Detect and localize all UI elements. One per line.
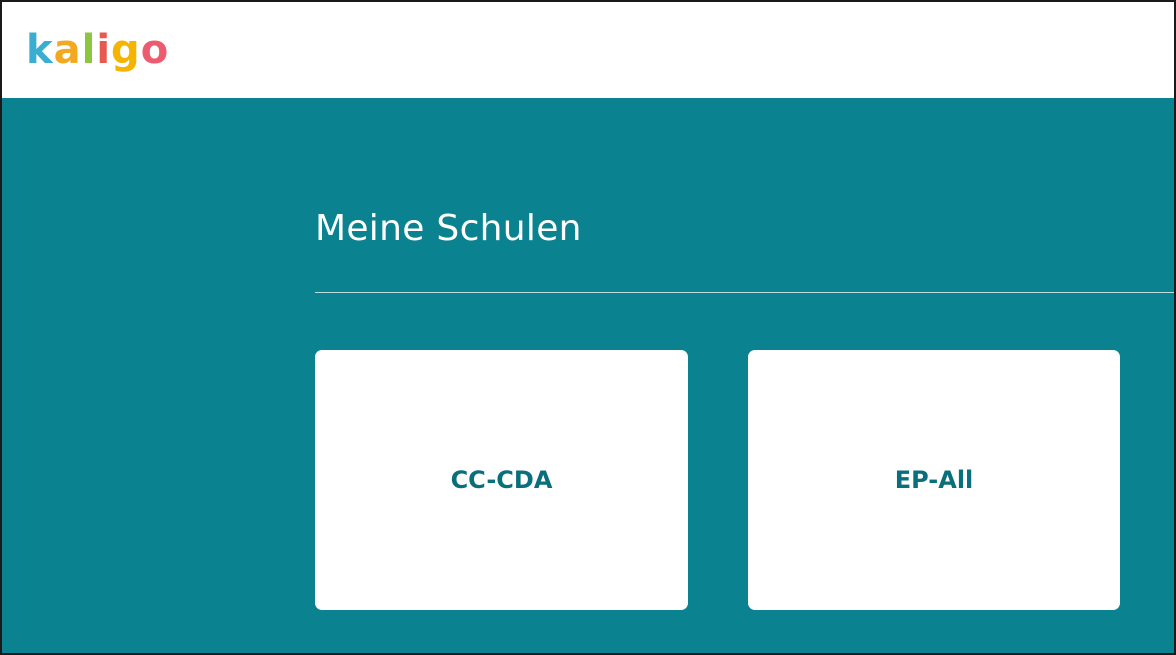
school-card-label: EP-All: [894, 466, 974, 494]
top-header: k a l i g o: [2, 2, 1174, 98]
page-title: Meine Schulen: [315, 208, 582, 249]
app-window: k a l i g o Meine Schulen CC-CDA EP-All: [0, 0, 1176, 655]
school-card-ep-all[interactable]: EP-All: [748, 350, 1120, 610]
title-divider: [315, 292, 1174, 293]
logo-letter-k: k: [26, 27, 53, 73]
logo-letter-i: i: [96, 27, 111, 73]
kaligo-logo[interactable]: k a l i g o: [26, 20, 168, 80]
logo-letter-a: a: [53, 27, 81, 73]
main-content: Meine Schulen CC-CDA EP-All: [2, 98, 1174, 653]
school-card-label: CC-CDA: [450, 466, 553, 494]
logo-letter-l: l: [81, 27, 96, 73]
school-card-cc-cda[interactable]: CC-CDA: [315, 350, 688, 610]
logo-letter-g: g: [111, 27, 140, 73]
logo-letter-o: o: [140, 27, 169, 73]
